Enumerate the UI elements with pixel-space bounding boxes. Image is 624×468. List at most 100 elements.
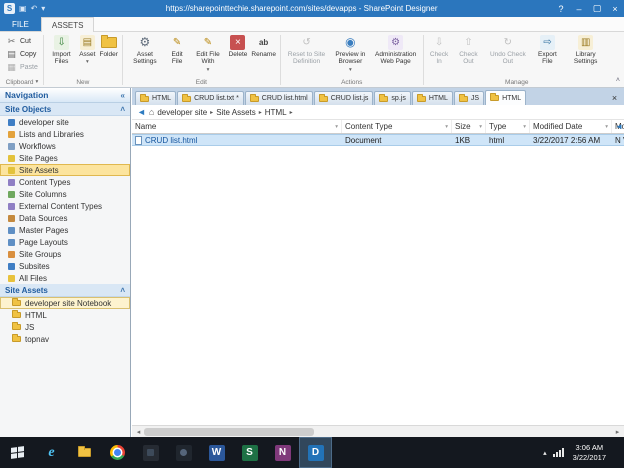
- back-arrow-icon[interactable]: ◄: [137, 107, 146, 117]
- collapse-section-icon[interactable]: ˄: [120, 286, 125, 295]
- edit-file-with-button[interactable]: ✎ Edit File With ▾: [189, 33, 226, 77]
- filter-arrow-icon[interactable]: ▾: [605, 124, 608, 130]
- taskbar-icon-onenote[interactable]: N: [266, 437, 299, 468]
- file-row-selected[interactable]: CRUD list.html Document 1KB html 3/22/20…: [132, 134, 624, 146]
- breadcrumb-item[interactable]: developer site: [157, 108, 207, 117]
- maximize-button[interactable]: ▢: [588, 0, 606, 17]
- sidebar-item[interactable]: Content Types: [0, 176, 130, 188]
- document-tab[interactable]: HTML: [485, 90, 527, 105]
- sidebar-item[interactable]: Site Columns: [0, 188, 130, 200]
- taskbar-icon-sharepoint[interactable]: S: [233, 437, 266, 468]
- breadcrumb-item[interactable]: HTML: [265, 108, 287, 117]
- document-tab[interactable]: CRUD list.html: [244, 91, 313, 105]
- taskbar-icon-app-1[interactable]: [134, 437, 167, 468]
- scroll-left-arrow-icon[interactable]: ◂: [133, 428, 144, 436]
- collapse-pane-icon[interactable]: «: [121, 91, 125, 100]
- filter-arrow-icon[interactable]: ▾: [445, 124, 448, 130]
- filter-arrow-icon[interactable]: ▾: [479, 124, 482, 130]
- import-files-button[interactable]: ⇩ Import Files: [46, 33, 77, 77]
- column-header[interactable]: Name ▾: [132, 120, 342, 133]
- taskbar-icon-app-2[interactable]: [167, 437, 200, 468]
- column-header[interactable]: Size ▾: [452, 120, 486, 133]
- taskbar-icon-sharepoint-designer-active[interactable]: D: [299, 437, 332, 468]
- document-tab[interactable]: CRUD list.js: [313, 91, 374, 105]
- start-button[interactable]: [0, 437, 35, 468]
- tree-item[interactable]: topnav: [0, 333, 130, 345]
- hidden-icons-arrow-icon[interactable]: ▴: [543, 449, 547, 457]
- sidebar-item[interactable]: Data Sources: [0, 212, 130, 224]
- tree-item[interactable]: developer site Notebook: [0, 297, 130, 309]
- document-tab[interactable]: JS: [453, 91, 485, 105]
- taskbar-icon-word[interactable]: W: [200, 437, 233, 468]
- save-icon[interactable]: ▣: [19, 4, 27, 13]
- close-button[interactable]: ×: [606, 0, 624, 17]
- scroll-right-arrow-icon[interactable]: ▸: [612, 428, 623, 436]
- rename-button[interactable]: ab Rename: [249, 33, 278, 77]
- undo-icon[interactable]: ↶: [31, 4, 38, 13]
- collapse-ribbon-icon[interactable]: ˄: [616, 77, 620, 84]
- site-assets-header[interactable]: Site Assets ˄: [0, 284, 130, 297]
- library-settings-button[interactable]: ▥ Library Settings: [563, 33, 608, 77]
- collapse-section-icon[interactable]: ˄: [120, 105, 125, 114]
- tree-item[interactable]: JS: [0, 321, 130, 333]
- document-tab[interactable]: HTML: [135, 91, 177, 105]
- customize-qat-arrow-icon[interactable]: ▾: [41, 4, 45, 13]
- taskbar-icon-chrome[interactable]: [101, 437, 134, 468]
- check-out-button[interactable]: ⇧ Check Out: [453, 33, 485, 77]
- help-button[interactable]: ?: [552, 0, 570, 17]
- undo-check-out-button[interactable]: ↻ Undo Check Out: [484, 33, 531, 77]
- home-icon[interactable]: ⌂: [149, 107, 154, 117]
- check-out-icon: ⇧: [464, 36, 473, 48]
- delete-button[interactable]: × Delete: [227, 33, 250, 77]
- edit-file-button[interactable]: ✎ Edit File: [165, 33, 189, 77]
- asset-settings-button[interactable]: ⚙ Asset Settings: [125, 33, 165, 77]
- filter-arrow-icon[interactable]: ▾: [335, 124, 338, 130]
- scroll-left-icon[interactable]: ◄: [615, 122, 623, 131]
- file-list-empty-area[interactable]: [132, 146, 624, 425]
- taskbar-icon-internet-explorer[interactable]: e: [35, 437, 68, 468]
- sidebar-item[interactable]: Lists and Libraries: [0, 128, 130, 140]
- sidebar-item[interactable]: External Content Types: [0, 200, 130, 212]
- minimize-button[interactable]: –: [570, 0, 588, 17]
- site-objects-header[interactable]: Site Objects ˄: [0, 103, 130, 116]
- sidebar-item[interactable]: Page Layouts: [0, 236, 130, 248]
- sidebar-item[interactable]: developer site: [0, 116, 130, 128]
- document-tab[interactable]: CRUD list.txt *: [177, 91, 244, 105]
- column-header[interactable]: Content Type ▾: [342, 120, 452, 133]
- chevron-down-icon[interactable]: ▾: [35, 79, 38, 85]
- tab-file[interactable]: FILE: [0, 17, 41, 31]
- sidebar-item[interactable]: Site Pages: [0, 152, 130, 164]
- check-in-button[interactable]: ⇩ Check In: [426, 33, 453, 77]
- cut-button[interactable]: ✂ Cut: [4, 35, 40, 47]
- filter-arrow-icon[interactable]: ▾: [523, 124, 526, 130]
- scrollbar-thumb[interactable]: [144, 427, 314, 436]
- edit-file-label: Edit File: [171, 51, 183, 66]
- copy-button[interactable]: ▤ Copy: [4, 48, 40, 60]
- paste-button[interactable]: ▦ Paste: [4, 61, 40, 73]
- sidebar-item[interactable]: Master Pages: [0, 224, 130, 236]
- export-file-button[interactable]: ⇨ Export File: [531, 33, 563, 77]
- administration-web-page-button[interactable]: ⚙ Administration Web Page: [371, 33, 421, 77]
- tree-item[interactable]: HTML: [0, 309, 130, 321]
- document-tab[interactable]: sp.js: [374, 91, 411, 105]
- preview-in-browser-button[interactable]: ◉ Preview in Browser ▾: [330, 33, 370, 77]
- column-header[interactable]: Modified Date ▾: [530, 120, 612, 133]
- tab-assets[interactable]: ASSETS: [40, 17, 95, 32]
- app-icon[interactable]: S: [4, 3, 15, 14]
- breadcrumb-item[interactable]: Site Assets: [216, 108, 256, 117]
- taskbar-icon-file-explorer[interactable]: [68, 437, 101, 468]
- sidebar-item[interactable]: Site Groups: [0, 248, 130, 260]
- close-tab-icon[interactable]: ×: [608, 91, 621, 104]
- document-tab[interactable]: HTML: [411, 91, 453, 105]
- sidebar-item[interactable]: Subsites: [0, 260, 130, 272]
- reset-to-site-definition-button[interactable]: ↺ Reset to Site Definition: [283, 33, 330, 77]
- sidebar-item[interactable]: All Files: [0, 272, 130, 284]
- sidebar-item[interactable]: Site Assets: [0, 164, 130, 176]
- sidebar-item[interactable]: Workflows: [0, 140, 130, 152]
- asset-button[interactable]: ▤ Asset ▾: [77, 33, 97, 77]
- taskbar-clock[interactable]: 3:06 AM 3/22/2017: [570, 443, 609, 462]
- network-icon[interactable]: [552, 448, 564, 457]
- column-header[interactable]: Type ▾: [486, 120, 530, 133]
- horizontal-scrollbar[interactable]: ◂ ▸: [132, 425, 624, 437]
- folder-button[interactable]: Folder: [97, 33, 119, 77]
